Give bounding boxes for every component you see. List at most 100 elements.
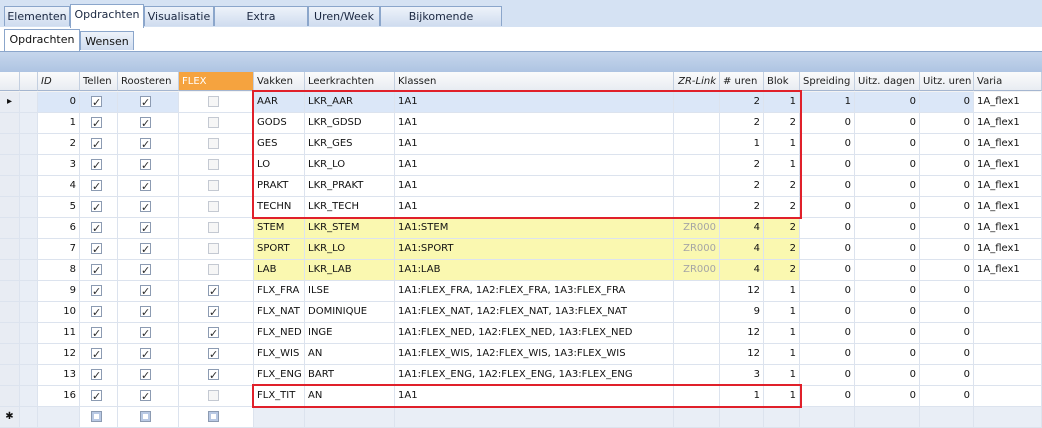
uitz-uren-cell[interactable]: 0 [920, 239, 974, 260]
row-indicator[interactable] [0, 302, 20, 323]
zrlink-cell[interactable] [674, 155, 720, 176]
varia-cell[interactable] [974, 302, 1042, 323]
uitz-uren-cell[interactable]: 0 [920, 302, 974, 323]
row-indicator[interactable] [0, 323, 20, 344]
tellen-cell[interactable]: ✓ [80, 134, 118, 155]
varia-cell[interactable] [974, 386, 1042, 407]
flex-cell[interactable] [179, 134, 254, 155]
roosteren-checkbox[interactable]: ✓ [140, 117, 151, 130]
table-row[interactable]: 7 ✓ ✓ SPORT LKR_LO 1A1:SPORT ZR000 4 2 0 0 0 1A_flex… [0, 239, 1042, 260]
header-vakken[interactable]: Vakken [254, 72, 305, 91]
row-indicator[interactable] [0, 281, 20, 302]
blok-cell[interactable] [764, 407, 800, 428]
leerkrachten-cell[interactable]: LKR_TECH [305, 197, 395, 218]
tellen-checkbox[interactable]: ✓ [91, 390, 102, 403]
klassen-cell[interactable]: 1A1 [395, 386, 674, 407]
id-cell[interactable]: 10 [38, 302, 80, 323]
header-blok[interactable]: Blok [764, 72, 800, 91]
uitz-dagen-cell[interactable]: 0 [855, 239, 920, 260]
klassen-cell[interactable]: 1A1 [395, 134, 674, 155]
table-row[interactable]: 10 ✓ ✓ ✓ FLX_NAT DOMINIQUE 1A1:FLEX_NAT, 1A2:F… [0, 302, 1042, 323]
flex-cell[interactable] [179, 197, 254, 218]
spreiding-cell[interactable]: 0 [800, 323, 855, 344]
klassen-cell[interactable]: 1A1:FLEX_ENG, 1A2:FLEX_ENG, 1A3:FLEX_ENG [395, 365, 674, 386]
tellen-cell[interactable]: ✓ [80, 386, 118, 407]
klassen-cell[interactable]: 1A1:FLEX_FRA, 1A2:FLEX_FRA, 1A3:FLEX_FRA [395, 281, 674, 302]
tellen-checkbox[interactable]: ✓ [91, 369, 102, 382]
table-row[interactable]: 6 ✓ ✓ STEM LKR_STEM 1A1:STEM ZR000 4 2 0 0 0 1A_flex… [0, 218, 1042, 239]
uren-cell[interactable]: 9 [720, 302, 764, 323]
roosteren-checkbox[interactable]: ✓ [140, 159, 151, 172]
roosteren-cell[interactable] [118, 407, 179, 428]
klassen-cell[interactable]: 1A1 [395, 92, 674, 113]
roosteren-checkbox[interactable]: ✓ [140, 285, 151, 298]
leerkrachten-cell[interactable]: LKR_LAB [305, 260, 395, 281]
vakken-cell[interactable]: AAR [254, 92, 305, 113]
row-indicator[interactable] [0, 365, 20, 386]
flex-cell[interactable]: ✓ [179, 365, 254, 386]
varia-cell[interactable] [974, 344, 1042, 365]
roosteren-cell[interactable]: ✓ [118, 365, 179, 386]
id-cell[interactable]: 9 [38, 281, 80, 302]
roosteren-checkbox[interactable]: ✓ [140, 138, 151, 151]
vakken-cell[interactable]: FLX_WIS [254, 344, 305, 365]
spreiding-cell[interactable]: 0 [800, 218, 855, 239]
tellen-cell[interactable] [80, 407, 118, 428]
klassen-cell[interactable]: 1A1:LAB [395, 260, 674, 281]
uitz-uren-cell[interactable]: 0 [920, 155, 974, 176]
tab-elementen[interactable]: Elementen [4, 6, 70, 26]
table-row[interactable]: 11 ✓ ✓ ✓ FLX_NED INGE 1A1:FLEX_NED, 1A2:FLEX_N… [0, 323, 1042, 344]
uitz-dagen-cell[interactable]: 0 [855, 386, 920, 407]
klassen-cell[interactable]: 1A1:FLEX_NAT, 1A2:FLEX_NAT, 1A3:FLEX_NAT [395, 302, 674, 323]
flex-checkbox[interactable] [208, 201, 219, 212]
uitz-dagen-cell[interactable]: 0 [855, 92, 920, 113]
leerkrachten-cell[interactable]: DOMINIQUE [305, 302, 395, 323]
flex-cell[interactable] [179, 260, 254, 281]
table-row[interactable]: 5 ✓ ✓ TECHN LKR_TECH 1A1 2 2 0 0 0 1A_flex1 [0, 197, 1042, 218]
id-cell[interactable] [38, 407, 80, 428]
roosteren-checkbox[interactable]: ✓ [140, 327, 151, 340]
zrlink-cell[interactable] [674, 113, 720, 134]
blok-cell[interactable]: 1 [764, 155, 800, 176]
flex-checkbox[interactable] [208, 96, 219, 107]
vakken-cell[interactable]: LO [254, 155, 305, 176]
row-indicator[interactable] [0, 134, 20, 155]
tab-extra-spreidingen[interactable]: Extra spreidingen [214, 6, 308, 43]
flex-cell[interactable] [179, 218, 254, 239]
id-cell[interactable]: 3 [38, 155, 80, 176]
tab-visualisatie[interactable]: Visualisatie [144, 6, 214, 26]
blok-cell[interactable]: 1 [764, 92, 800, 113]
leerkrachten-cell[interactable]: LKR_AAR [305, 92, 395, 113]
leerkrachten-cell[interactable]: AN [305, 386, 395, 407]
uren-cell[interactable]: 12 [720, 344, 764, 365]
subtab-wensen[interactable]: Wensen [80, 31, 134, 50]
tellen-checkbox[interactable]: ✓ [91, 180, 102, 193]
roosteren-checkbox[interactable]: ✓ [140, 222, 151, 235]
spreiding-cell[interactable]: 0 [800, 365, 855, 386]
tellen-checkbox[interactable]: ✓ [91, 264, 102, 277]
varia-cell[interactable]: 1A_flex1 [974, 176, 1042, 197]
flex-checkbox[interactable]: ✓ [208, 306, 219, 319]
table-row[interactable]: 2 ✓ ✓ GES LKR_GES 1A1 1 1 0 0 0 1A_flex1 [0, 134, 1042, 155]
varia-cell[interactable] [974, 365, 1042, 386]
uitz-uren-cell[interactable]: 0 [920, 218, 974, 239]
roosteren-cell[interactable]: ✓ [118, 155, 179, 176]
id-cell[interactable]: 2 [38, 134, 80, 155]
zrlink-cell[interactable]: ZR000 [674, 260, 720, 281]
flex-cell[interactable]: ✓ [179, 344, 254, 365]
uitz-uren-cell[interactable]: 0 [920, 386, 974, 407]
uitz-uren-cell[interactable]: 0 [920, 344, 974, 365]
varia-cell[interactable] [974, 323, 1042, 344]
roosteren-checkbox[interactable]: ✓ [140, 243, 151, 256]
uren-cell[interactable]: 3 [720, 365, 764, 386]
flex-cell[interactable] [179, 113, 254, 134]
uitz-dagen-cell[interactable]: 0 [855, 134, 920, 155]
row-indicator[interactable] [0, 386, 20, 407]
flex-cell[interactable] [179, 239, 254, 260]
row-indicator[interactable]: ▸ [0, 92, 20, 113]
flex-checkbox[interactable]: ✓ [208, 285, 219, 298]
id-cell[interactable]: 8 [38, 260, 80, 281]
uren-cell[interactable]: 2 [720, 176, 764, 197]
flex-checkbox[interactable] [208, 411, 219, 422]
uren-cell[interactable]: 2 [720, 92, 764, 113]
